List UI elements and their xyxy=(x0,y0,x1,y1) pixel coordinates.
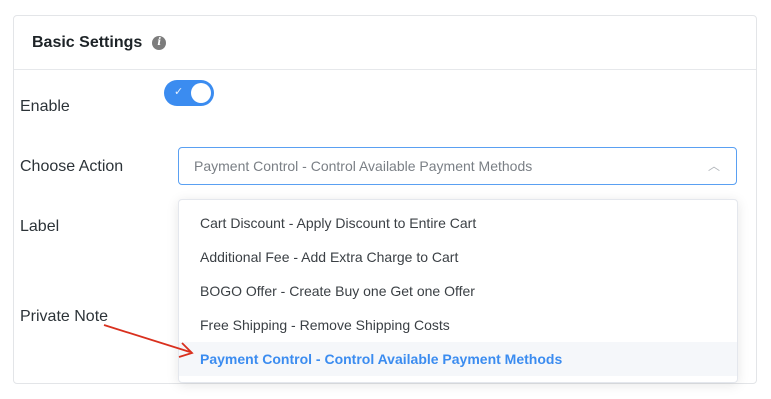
select-value: Payment Control - Control Available Paym… xyxy=(194,158,533,174)
toggle-knob xyxy=(191,83,211,103)
check-icon: ✓ xyxy=(174,86,184,98)
choose-action-select[interactable]: Payment Control - Control Available Paym… xyxy=(178,147,737,185)
dropdown-option-bogo-offer[interactable]: BOGO Offer - Create Buy one Get one Offe… xyxy=(179,274,737,308)
choose-action-label: Choose Action xyxy=(20,158,124,175)
action-dropdown: Cart Discount - Apply Discount to Entire… xyxy=(178,199,738,383)
card-header: Basic Settings i xyxy=(14,16,756,70)
dropdown-option-cart-discount[interactable]: Cart Discount - Apply Discount to Entire… xyxy=(179,206,737,240)
private-note-label: Private Note xyxy=(20,308,109,325)
info-icon[interactable]: i xyxy=(152,35,167,50)
enable-toggle[interactable]: ✓ xyxy=(164,80,214,106)
dropdown-option-free-shipping[interactable]: Free Shipping - Remove Shipping Costs xyxy=(179,308,737,342)
enable-label: Enable xyxy=(20,98,70,115)
dropdown-option-additional-fee[interactable]: Additional Fee - Add Extra Charge to Car… xyxy=(179,240,737,274)
card-title: Basic Settings xyxy=(32,33,143,51)
dropdown-option-payment-control[interactable]: Payment Control - Control Available Paym… xyxy=(179,342,737,376)
label-field-label: Label xyxy=(20,218,60,235)
chevron-up-icon: ︿ xyxy=(707,159,720,173)
